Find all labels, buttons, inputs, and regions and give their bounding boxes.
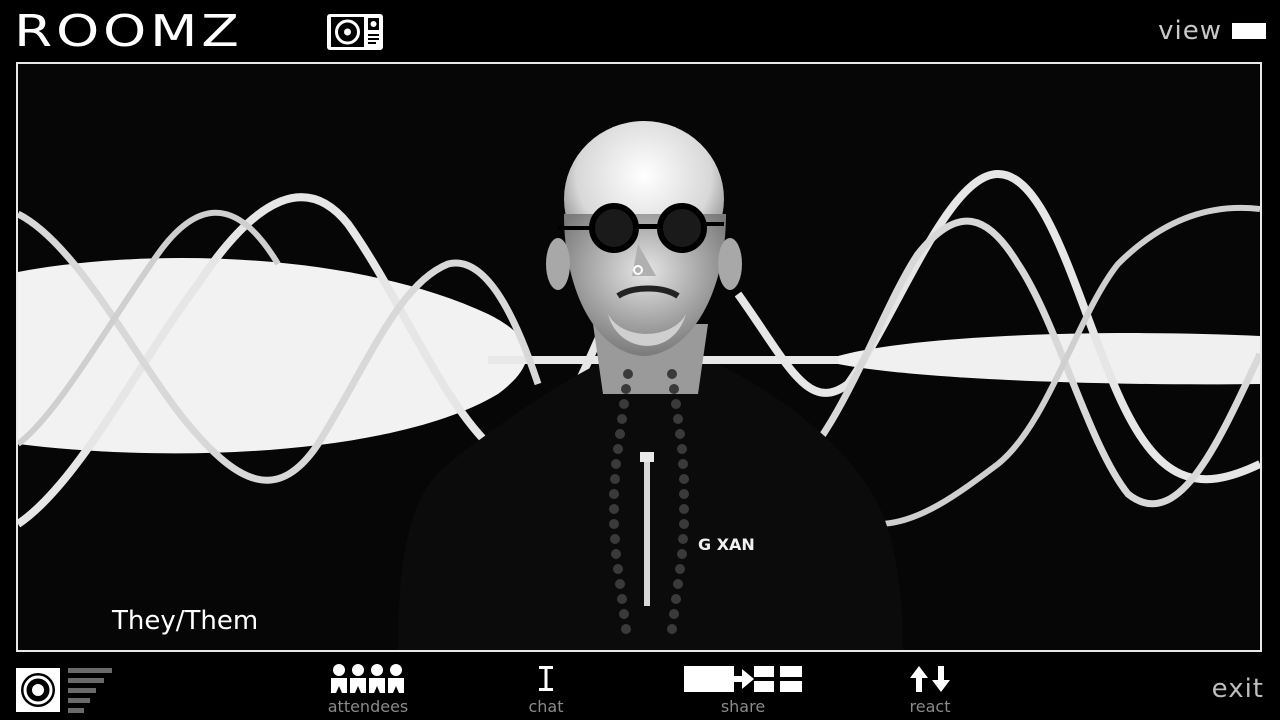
bottom-toolbar: attendees chat share react exit: [0, 660, 1280, 720]
attendees-icon: [331, 664, 404, 693]
attendees-button[interactable]: attendees: [320, 664, 416, 716]
signal-bars-icon: [68, 668, 112, 713]
share-screen-icon: [684, 666, 802, 692]
view-label: view: [1158, 16, 1222, 46]
self-camera-button[interactable]: [14, 666, 114, 714]
share-label: share: [720, 697, 766, 716]
app-logo: ROOMZ: [14, 6, 384, 58]
share-button[interactable]: share: [678, 664, 808, 716]
chat-button[interactable]: chat: [520, 664, 572, 716]
shirt-text: G XAN: [698, 535, 755, 554]
text-cursor-icon: [539, 666, 553, 691]
video-feed: G XAN: [18, 64, 1260, 650]
exit-button[interactable]: exit: [1212, 674, 1264, 704]
view-layout-icon: [1232, 23, 1266, 39]
participant-pronouns: They/Them: [112, 606, 259, 636]
react-label: react: [909, 697, 951, 716]
react-button[interactable]: react: [898, 664, 962, 716]
logo-text: ROOMZ: [14, 6, 243, 57]
up-down-arrows-icon: [910, 666, 950, 692]
view-button[interactable]: view: [1158, 16, 1266, 46]
chat-label: chat: [528, 697, 564, 716]
camera-target-icon: [16, 668, 60, 712]
attendees-label: attendees: [327, 697, 409, 716]
participant-video[interactable]: G XAN They/Them: [16, 62, 1262, 652]
roomz-app: ROOMZ view G XAN They/Them attendees cha…: [0, 0, 1280, 720]
